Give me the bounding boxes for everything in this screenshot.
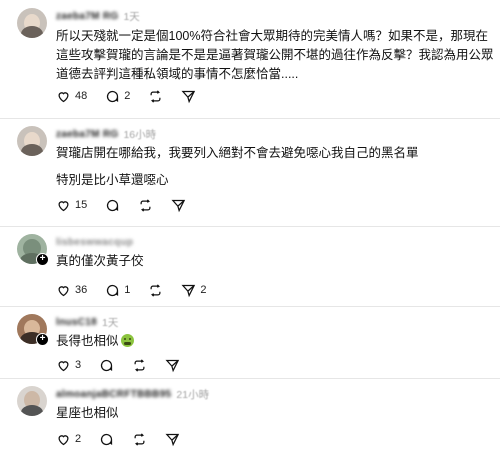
timestamp: 1天 xyxy=(102,316,119,329)
heart-icon xyxy=(58,91,69,102)
follow-button[interactable]: + xyxy=(36,253,49,266)
repost-icon xyxy=(150,283,161,297)
like-count: 3 xyxy=(75,359,82,371)
comment-paragraph: 星座也相似 xyxy=(56,406,119,420)
share-button[interactable]: 2 xyxy=(181,283,207,298)
heart-icon xyxy=(58,285,69,296)
heart-icon xyxy=(58,200,69,211)
timestamp: 16小時 xyxy=(123,128,157,141)
comment-text: 賀瓏店開在哪給我，我要列入絕對不會去避免噁心我自己的黑名單 特別是比小草還噁心 xyxy=(56,144,494,190)
comment-bubble-icon xyxy=(101,433,113,445)
comment-paragraph: 所以天殘就一定是個100%符合社會大眾期待的完美情人嗎？如果不是，那現在這些攻擊… xyxy=(56,29,494,81)
like-button[interactable]: 2 xyxy=(56,432,81,447)
plus-icon: + xyxy=(39,253,46,264)
repost-icon xyxy=(140,198,151,212)
nauseated-face-emoji xyxy=(120,334,134,347)
comment-item: + lnusC18 1天 長得也相似 3 xyxy=(0,306,500,378)
reply-count: 2 xyxy=(124,90,131,102)
username[interactable]: zaeba7M RG xyxy=(56,129,118,140)
send-icon xyxy=(165,359,180,372)
action-bar: 36 1 2 xyxy=(56,282,225,298)
like-button[interactable]: 3 xyxy=(56,358,81,373)
comment-header: lisbeswwacqup xyxy=(56,234,138,250)
comment-text-span: 長得也相似 xyxy=(56,334,119,348)
repost-button[interactable] xyxy=(138,198,153,213)
timestamp: 21小時 xyxy=(176,388,210,401)
comment-text: 長得也相似 xyxy=(56,332,494,351)
plus-icon: + xyxy=(39,333,46,344)
comment-text: 星座也相似 xyxy=(56,404,494,423)
comment-text: 真的僅次黃子佼 xyxy=(56,252,494,271)
repost-button[interactable] xyxy=(148,89,163,104)
timestamp: 1天 xyxy=(123,10,140,23)
follow-button[interactable]: + xyxy=(36,333,49,346)
reply-button[interactable] xyxy=(99,432,114,447)
action-bar: 15 xyxy=(56,197,204,213)
repost-button[interactable] xyxy=(148,283,163,298)
comment-text: 所以天殘就一定是個100%符合社會大眾期待的完美情人嗎？如果不是，那現在這些攻擊… xyxy=(56,27,494,84)
like-button[interactable]: 48 xyxy=(56,89,87,104)
comment-bubble-icon xyxy=(107,284,119,296)
comment-bubble-icon xyxy=(101,359,113,371)
like-button[interactable]: 15 xyxy=(56,198,87,213)
comment-thread: zaeba7M RG 1天 所以天殘就一定是個100%符合社會大眾期待的完美情人… xyxy=(0,0,500,455)
share-button[interactable] xyxy=(165,358,180,373)
comment-item: almoanjaBCRFTBBB95 21小時 星座也相似 2 xyxy=(0,378,500,455)
reply-button[interactable]: 2 xyxy=(105,89,130,104)
repost-button[interactable] xyxy=(132,432,147,447)
reply-button[interactable] xyxy=(99,358,114,373)
repost-icon xyxy=(134,432,145,446)
action-bar: 48 2 xyxy=(56,88,214,104)
like-count: 15 xyxy=(75,199,88,211)
avatar[interactable] xyxy=(17,126,47,156)
comment-header: zaeba7M RG 16小時 xyxy=(56,126,156,142)
send-icon xyxy=(181,284,196,297)
username[interactable]: lnusC18 xyxy=(56,317,97,328)
send-icon xyxy=(165,433,180,446)
comment-item: zaeba7M RG 1天 所以天殘就一定是個100%符合社會大眾期待的完美情人… xyxy=(0,0,500,118)
share-button[interactable] xyxy=(181,89,196,104)
comment-header: zaeba7M RG 1天 xyxy=(56,8,140,24)
repost-button[interactable] xyxy=(132,358,147,373)
username[interactable]: lisbeswwacqup xyxy=(56,237,133,248)
share-count: 2 xyxy=(200,284,207,296)
heart-icon xyxy=(58,360,69,371)
share-button[interactable] xyxy=(165,432,180,447)
avatar[interactable] xyxy=(17,386,47,416)
send-icon xyxy=(181,90,196,103)
send-icon xyxy=(171,199,186,212)
action-bar: 2 xyxy=(56,431,198,447)
like-button[interactable]: 36 xyxy=(56,283,87,298)
share-button[interactable] xyxy=(171,198,186,213)
heart-icon xyxy=(58,434,69,445)
reply-count: 1 xyxy=(124,284,131,296)
comment-bubble-icon xyxy=(107,199,119,211)
comment-header: almoanjaBCRFTBBB95 21小時 xyxy=(56,386,209,402)
like-count: 2 xyxy=(75,433,82,445)
username[interactable]: almoanjaBCRFTBBB95 xyxy=(56,389,171,400)
reply-button[interactable]: 1 xyxy=(105,283,130,298)
comment-item: zaeba7M RG 16小時 賀瓏店開在哪給我，我要列入絕對不會去避免噁心我自… xyxy=(0,118,500,226)
reply-button[interactable] xyxy=(105,198,120,213)
comment-paragraph: 真的僅次黃子佼 xyxy=(56,254,144,268)
comment-header: lnusC18 1天 xyxy=(56,314,118,330)
like-count: 36 xyxy=(75,284,88,296)
username[interactable]: zaeba7M RG xyxy=(56,11,118,22)
like-count: 48 xyxy=(75,90,88,102)
repost-icon xyxy=(150,89,161,103)
comment-bubble-icon xyxy=(107,90,119,102)
comment-item: + lisbeswwacqup 真的僅次黃子佼 36 1 2 xyxy=(0,226,500,306)
avatar[interactable] xyxy=(17,8,47,38)
comment-paragraph: 長得也相似 xyxy=(56,332,494,351)
repost-icon xyxy=(134,358,145,372)
action-bar: 3 xyxy=(56,357,198,373)
comment-paragraph: 特別是比小草還噁心 xyxy=(56,173,169,187)
comment-paragraph: 賀瓏店開在哪給我，我要列入絕對不會去避免噁心我自己的黑名單 xyxy=(56,146,419,160)
